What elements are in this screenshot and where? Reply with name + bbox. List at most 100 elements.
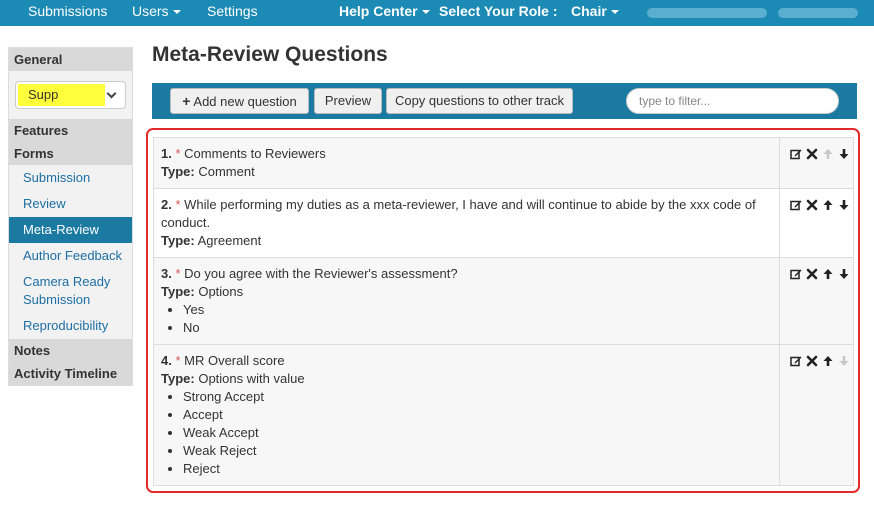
- question-text-cell: 3. * Do you agree with the Reviewer's as…: [154, 258, 780, 344]
- delete-icon[interactable]: [806, 199, 818, 211]
- nav-help-center[interactable]: Help Center: [339, 3, 430, 19]
- sidebar-item-review[interactable]: Review: [9, 191, 132, 217]
- arrow-down-icon[interactable]: [838, 148, 850, 160]
- question-label[interactable]: Comments to Reviewers: [184, 146, 326, 161]
- delete-icon[interactable]: [806, 355, 818, 367]
- sidebar-heading-forms[interactable]: Forms: [9, 142, 132, 165]
- question-number: 2.: [161, 197, 172, 212]
- question-type-value: Options: [198, 284, 244, 299]
- question-options: YesNo: [161, 301, 772, 337]
- sidebar-item-camera-ready[interactable]: Camera Ready Submission: [9, 269, 132, 313]
- question-title: 1. * Comments to Reviewers: [161, 145, 772, 163]
- question-option: No: [183, 319, 772, 337]
- question-row: 4. * MR Overall score Type: Options with …: [154, 344, 853, 485]
- arrow-down-icon[interactable]: [838, 199, 850, 211]
- sidebar-item-author-feedback[interactable]: Author Feedback: [9, 243, 132, 269]
- sidebar-heading-general: General: [9, 48, 132, 71]
- sidebar-item-reproducibility[interactable]: Reproducibility: [9, 313, 132, 339]
- required-mark: *: [171, 197, 185, 212]
- arrow-up-icon: [822, 148, 834, 160]
- nav-select-role-label: Select Your Role :: [439, 3, 558, 19]
- question-type-value: Agreement: [197, 233, 262, 248]
- track-select-wrap: Supp: [9, 71, 132, 119]
- track-select[interactable]: Supp: [15, 81, 126, 109]
- question-option: Weak Reject: [183, 442, 772, 460]
- delete-icon[interactable]: [806, 268, 818, 280]
- filter-input[interactable]: [626, 88, 839, 114]
- question-option: Strong Accept: [183, 388, 772, 406]
- question-number: 3.: [161, 266, 172, 281]
- page-title: Meta-Review Questions: [152, 43, 388, 66]
- arrow-up-icon[interactable]: [822, 199, 834, 211]
- question-row: 2. * While performing my duties as a met…: [154, 188, 853, 257]
- sidebar-item-features[interactable]: Features: [9, 119, 132, 142]
- question-option: Accept: [183, 406, 772, 424]
- question-type-label: Type:: [161, 371, 195, 386]
- sidebar-item-notes[interactable]: Notes: [9, 339, 132, 362]
- sidebar-item-meta-review[interactable]: Meta-Review: [9, 217, 132, 243]
- edit-icon[interactable]: [790, 148, 802, 160]
- question-number: 1.: [161, 146, 172, 161]
- toolbar: + Add new question Preview Copy questions…: [152, 83, 857, 119]
- required-mark: *: [171, 266, 185, 281]
- question-text-cell: 4. * MR Overall score Type: Options with …: [154, 345, 780, 485]
- edit-icon[interactable]: [790, 268, 802, 280]
- question-label[interactable]: MR Overall score: [184, 353, 284, 368]
- arrow-up-icon[interactable]: [822, 268, 834, 280]
- question-option: Reject: [183, 460, 772, 478]
- question-type-label: Type:: [161, 284, 195, 299]
- question-type-value: Comment: [198, 164, 255, 179]
- question-type: Type: Options with value: [161, 370, 772, 388]
- redacted-user-menu: [778, 8, 858, 18]
- question-option: Yes: [183, 301, 772, 319]
- delete-icon[interactable]: [806, 148, 818, 160]
- caret-down-icon: [172, 10, 181, 15]
- nav-submissions[interactable]: Submissions: [28, 3, 107, 19]
- arrow-down-icon: [838, 355, 850, 367]
- question-option: Weak Accept: [183, 424, 772, 442]
- redacted-user-name: [647, 8, 767, 18]
- edit-icon[interactable]: [790, 199, 802, 211]
- nav-role-label: Chair: [571, 3, 607, 19]
- sidebar-item-submission[interactable]: Submission: [9, 165, 132, 191]
- sidebar: General Supp Features Forms Submission R…: [8, 47, 133, 386]
- question-label[interactable]: While performing my duties as a meta-rev…: [161, 197, 756, 230]
- nav-help-center-label: Help Center: [339, 3, 418, 19]
- required-mark: *: [171, 353, 185, 368]
- track-select-value: Supp: [28, 87, 59, 102]
- question-text-cell: 2. * While performing my duties as a met…: [154, 189, 780, 257]
- arrow-down-icon[interactable]: [838, 268, 850, 280]
- sidebar-item-activity-timeline[interactable]: Activity Timeline: [9, 362, 132, 385]
- nav-users-label: Users: [132, 3, 169, 19]
- preview-button[interactable]: Preview: [314, 88, 382, 114]
- question-type-label: Type:: [161, 164, 195, 179]
- question-type: Type: Agreement: [161, 232, 772, 250]
- question-options: Strong AcceptAcceptWeak AcceptWeak Rejec…: [161, 388, 772, 478]
- question-type: Type: Comment: [161, 163, 772, 181]
- nav-users[interactable]: Users: [132, 3, 181, 19]
- question-title: 4. * MR Overall score: [161, 352, 772, 370]
- arrow-up-icon[interactable]: [822, 355, 834, 367]
- top-nav: Submissions Users Settings Help Center S…: [0, 0, 874, 26]
- add-question-button[interactable]: + Add new question: [170, 88, 309, 114]
- caret-down-icon: [421, 10, 430, 15]
- plus-icon: +: [182, 93, 191, 109]
- add-question-label: Add new question: [193, 94, 297, 109]
- nav-settings[interactable]: Settings: [207, 3, 258, 19]
- caret-down-icon: [610, 10, 619, 15]
- question-text-cell: 1. * Comments to Reviewers Type: Comment: [154, 138, 780, 188]
- question-label[interactable]: Do you agree with the Reviewer's assessm…: [184, 266, 457, 281]
- question-row: 3. * Do you agree with the Reviewer's as…: [154, 257, 853, 344]
- nav-role-dropdown[interactable]: Chair: [571, 3, 619, 19]
- question-title: 2. * While performing my duties as a met…: [161, 196, 772, 232]
- question-type-label: Type:: [161, 233, 195, 248]
- question-title: 3. * Do you agree with the Reviewer's as…: [161, 265, 772, 283]
- question-number: 4.: [161, 353, 172, 368]
- copy-questions-button[interactable]: Copy questions to other track: [386, 88, 573, 114]
- required-mark: *: [171, 146, 185, 161]
- question-list: 1. * Comments to Reviewers Type: Comment 2…: [153, 137, 854, 486]
- question-row: 1. * Comments to Reviewers Type: Comment: [154, 138, 853, 188]
- chevron-down-icon: [106, 88, 117, 99]
- edit-icon[interactable]: [790, 355, 802, 367]
- question-type-value: Options with value: [198, 371, 305, 386]
